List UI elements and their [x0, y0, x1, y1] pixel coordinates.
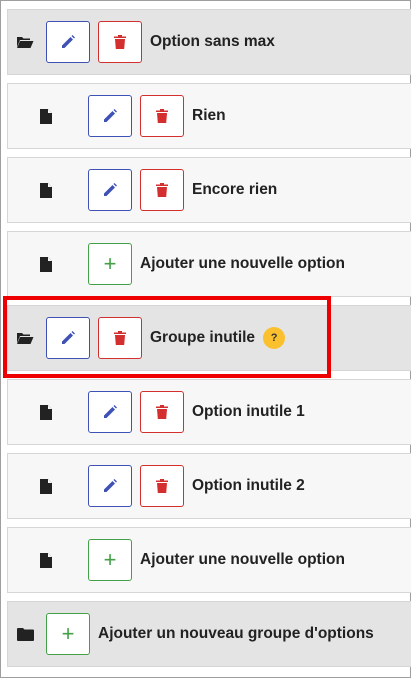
add-option-button[interactable]: +: [88, 243, 132, 285]
add-option-row: + Ajouter une nouvelle option: [7, 231, 411, 297]
plus-icon: +: [103, 251, 117, 276]
add-group-label[interactable]: Ajouter un nouveau groupe d'options: [98, 625, 374, 643]
help-badge[interactable]: ?: [263, 327, 286, 349]
file-icon: [8, 478, 84, 494]
option-label: Encore rien: [192, 181, 278, 198]
file-icon: [8, 182, 84, 198]
option-label: Option inutile 2: [192, 477, 305, 494]
trash-icon: [156, 183, 168, 197]
option-label: Option inutile 1: [192, 403, 305, 420]
trash-icon: [114, 331, 126, 345]
plus-icon: +: [61, 621, 75, 646]
delete-button[interactable]: [140, 169, 184, 211]
add-option-button[interactable]: +: [88, 539, 132, 581]
pencil-icon: [104, 109, 117, 122]
add-option-label[interactable]: Ajouter une nouvelle option: [140, 255, 345, 273]
group-label: Option sans max: [150, 33, 275, 50]
folder-open-icon[interactable]: [8, 331, 42, 345]
edit-button[interactable]: [46, 317, 90, 359]
add-option-row: + Ajouter une nouvelle option: [7, 527, 411, 593]
pencil-icon: [104, 405, 117, 418]
pencil-icon: [62, 331, 75, 344]
option-row: Option inutile 1: [7, 379, 411, 445]
delete-button[interactable]: [140, 465, 184, 507]
pencil-icon: [104, 183, 117, 196]
delete-button[interactable]: [98, 21, 142, 63]
edit-button[interactable]: [46, 21, 90, 63]
pencil-icon: [62, 35, 75, 48]
trash-icon: [114, 35, 126, 49]
pencil-icon: [104, 479, 117, 492]
trash-icon: [156, 405, 168, 419]
add-option-label[interactable]: Ajouter une nouvelle option: [140, 551, 345, 569]
folder-icon: [8, 627, 42, 641]
delete-button[interactable]: [140, 391, 184, 433]
file-icon: [8, 108, 84, 124]
options-panel: Option sans max Rien Encore rien + Ajout…: [0, 0, 411, 678]
edit-button[interactable]: [88, 169, 132, 211]
folder-open-icon[interactable]: [8, 35, 42, 49]
option-row: Rien: [7, 83, 411, 149]
group-label: Groupe inutile: [150, 329, 256, 346]
delete-button[interactable]: [140, 95, 184, 137]
edit-button[interactable]: [88, 391, 132, 433]
option-label: Rien: [192, 107, 226, 124]
file-icon: [8, 404, 84, 420]
group-row: Option sans max: [7, 9, 411, 75]
file-icon: [8, 552, 84, 568]
option-row: Option inutile 2: [7, 453, 411, 519]
group-row: Groupe inutile ?: [7, 305, 411, 371]
delete-button[interactable]: [98, 317, 142, 359]
trash-icon: [156, 109, 168, 123]
edit-button[interactable]: [88, 95, 132, 137]
add-group-button[interactable]: +: [46, 613, 90, 655]
edit-button[interactable]: [88, 465, 132, 507]
option-row: Encore rien: [7, 157, 411, 223]
file-icon: [8, 256, 84, 272]
add-group-row: + Ajouter un nouveau groupe d'options: [7, 601, 411, 667]
plus-icon: +: [103, 547, 117, 572]
trash-icon: [156, 479, 168, 493]
